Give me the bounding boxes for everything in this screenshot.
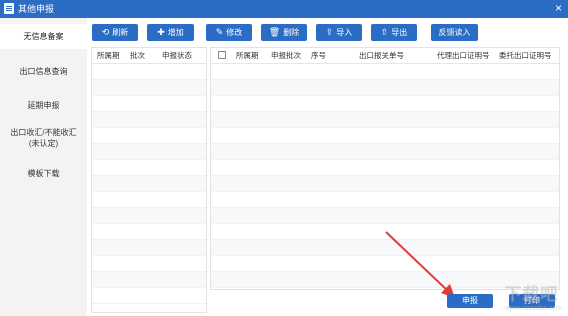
- watermark: 下载吧 www.xiazaiba.com: [504, 280, 562, 312]
- watermark-url: www.xiazaiba.com: [504, 305, 562, 312]
- annotation-arrow: [385, 231, 455, 298]
- declare-button[interactable]: 申报: [447, 294, 493, 308]
- arrow-shaft: [385, 231, 450, 293]
- watermark-text: 下载吧: [504, 285, 559, 304]
